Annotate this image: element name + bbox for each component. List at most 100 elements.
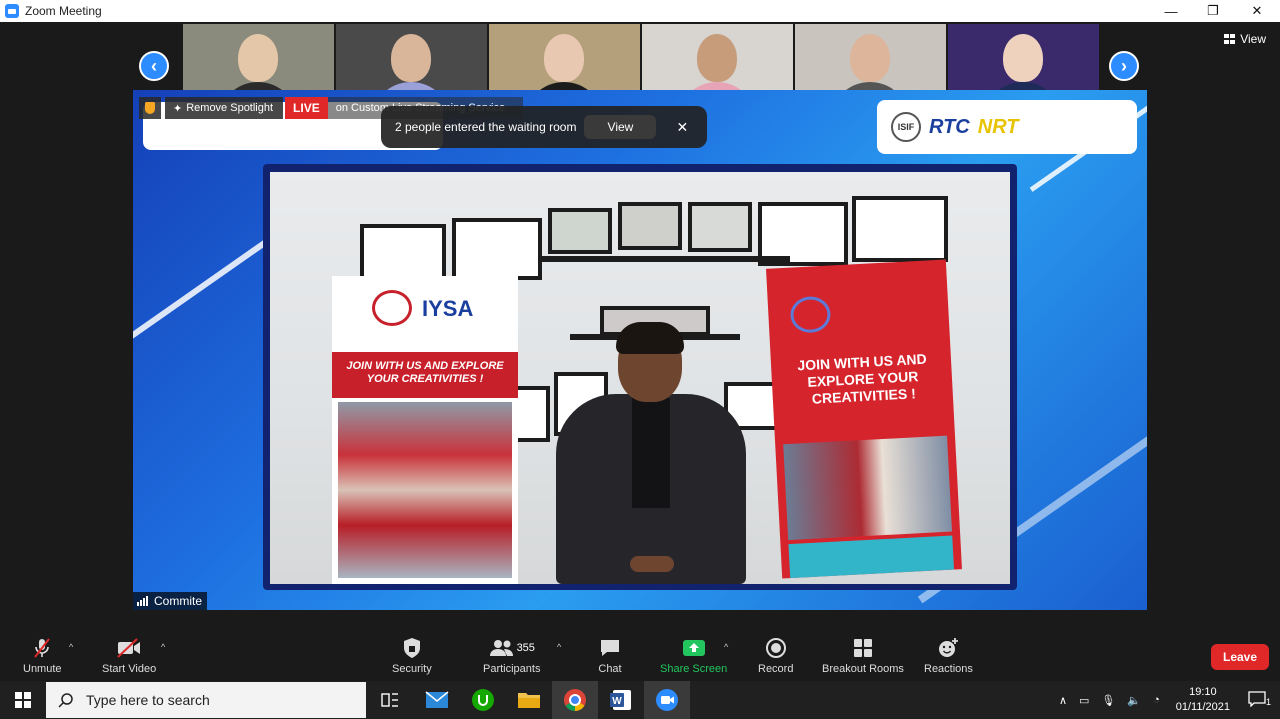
windows-taskbar: Type here to search W ∧ ▭ 🎙 🔈 ◔ 19:10 01… xyxy=(0,681,1280,719)
wall-photo xyxy=(548,208,612,254)
view-button[interactable]: View xyxy=(1224,32,1266,46)
remove-spotlight-label: Remove Spotlight xyxy=(186,102,274,114)
file-explorer-icon[interactable] xyxy=(506,681,552,719)
video-off-icon xyxy=(115,636,143,660)
participants-icon-group: 355 xyxy=(489,636,535,660)
gallery-prev-button[interactable]: ‹ xyxy=(139,51,169,81)
participants-label: Participants xyxy=(483,663,541,675)
participant-face xyxy=(1003,34,1043,82)
sponsor-logos-right: ISIF RTC NRT xyxy=(877,100,1137,154)
speaker-room-video: IYSA JOIN WITH US AND EXPLORE YOUR CREAT… xyxy=(270,172,1010,584)
zoom-logo-icon xyxy=(5,4,19,18)
banner-photos xyxy=(783,435,953,541)
banner-photos xyxy=(338,402,512,578)
security-label: Security xyxy=(392,663,432,675)
notification-message: 2 people entered the waiting room xyxy=(395,120,577,134)
chat-button[interactable]: Chat xyxy=(598,636,622,675)
share-screen-icon xyxy=(681,636,707,660)
live-badge[interactable]: LIVE xyxy=(285,97,328,119)
reactions-label: Reactions xyxy=(924,663,973,675)
breakout-rooms-button[interactable]: Breakout Rooms xyxy=(822,636,904,675)
iysa-banner-right: JOIN WITH US AND EXPLORE YOUR CREATIVITI… xyxy=(766,259,962,579)
svg-text:W: W xyxy=(612,696,622,707)
share-screen-label: Share Screen xyxy=(660,663,728,675)
restore-button[interactable]: ❐ xyxy=(1190,0,1236,22)
encryption-shield-icon[interactable] xyxy=(139,97,161,119)
participant-face xyxy=(391,34,431,82)
start-video-label: Start Video xyxy=(102,663,157,675)
participants-count: 355 xyxy=(516,642,535,654)
speaker-hands xyxy=(630,556,674,572)
mail-icon[interactable] xyxy=(414,681,460,719)
share-screen-button[interactable]: Share Screen xyxy=(660,636,727,675)
participant-face xyxy=(544,34,584,82)
close-icon[interactable]: ✕ xyxy=(676,119,688,136)
nrt-logo: NRT xyxy=(977,115,1019,138)
wall-photo xyxy=(688,202,752,252)
grid-view-icon xyxy=(1224,34,1236,44)
share-options-caret[interactable]: ^ xyxy=(724,642,728,652)
clock-date: 01/11/2021 xyxy=(1175,701,1230,713)
taskbar-search-box[interactable]: Type here to search xyxy=(46,682,366,718)
audio-options-caret[interactable]: ^ xyxy=(69,642,73,652)
breakout-rooms-icon xyxy=(851,636,875,660)
system-tray: ∧ ▭ 🎙 🔈 ◔ 19:10 01/11/2021 1 xyxy=(1053,681,1280,719)
wall-photo xyxy=(618,202,682,250)
banner-slogan: JOIN WITH US AND EXPLORE YOUR CREATIVITI… xyxy=(796,350,928,407)
search-placeholder: Type here to search xyxy=(86,692,210,708)
taskbar-clock[interactable]: 19:10 01/11/2021 xyxy=(1166,685,1240,715)
upwork-icon[interactable] xyxy=(460,681,506,719)
show-hidden-icons-chevron-icon[interactable]: ∧ xyxy=(1053,694,1073,707)
speaker-hair xyxy=(616,322,684,354)
breakout-rooms-label: Breakout Rooms xyxy=(822,663,904,675)
record-button[interactable]: Record xyxy=(758,636,793,675)
start-button[interactable] xyxy=(0,681,46,719)
view-label: View xyxy=(1240,32,1266,46)
chevron-right-icon: › xyxy=(1121,55,1127,76)
spotlight-video: ISIF RTC NRT IYSA JOIN WITH US AND EXPLO… xyxy=(133,90,1147,610)
signal-strength-icon xyxy=(137,596,149,606)
remove-spotlight-button[interactable]: ✦ Remove Spotlight xyxy=(165,97,284,119)
window-titlebar: Zoom Meeting — ❐ ✕ xyxy=(0,0,1280,22)
security-button[interactable]: Security xyxy=(392,636,432,675)
participants-button[interactable]: 355 Participants xyxy=(483,636,540,675)
muted-microphone-icon xyxy=(30,636,54,660)
participant-face xyxy=(850,34,890,82)
clock-time: 19:10 xyxy=(1189,686,1217,698)
participant-face xyxy=(238,34,278,82)
video-options-caret[interactable]: ^ xyxy=(161,642,165,652)
task-view-icon[interactable] xyxy=(367,681,413,719)
unmute-label: Unmute xyxy=(23,663,62,675)
meeting-toolbar: Unmute ^ Start Video ^ Security 355 Part… xyxy=(0,632,1280,681)
chrome-icon[interactable] xyxy=(552,681,598,719)
volume-icon[interactable]: 🔈 xyxy=(1121,694,1147,707)
pin-icon: ✦ xyxy=(173,102,183,115)
battery-icon[interactable]: ▭ xyxy=(1073,694,1095,707)
iysa-logo-icon xyxy=(789,295,832,334)
chat-label: Chat xyxy=(598,663,622,675)
start-video-button[interactable]: Start Video xyxy=(102,636,156,675)
isif-logo: ISIF xyxy=(891,112,921,142)
search-icon xyxy=(58,693,73,708)
notification-view-button[interactable]: View xyxy=(584,115,657,139)
windows-logo-icon xyxy=(15,692,31,708)
unmute-button[interactable]: Unmute xyxy=(23,636,62,675)
banner-footer xyxy=(788,535,954,579)
microphone-icon[interactable]: 🎙 xyxy=(1095,694,1121,707)
reactions-button[interactable]: Reactions xyxy=(924,636,973,675)
word-icon[interactable]: W xyxy=(598,681,644,719)
minimize-button[interactable]: — xyxy=(1148,0,1194,22)
participants-options-caret[interactable]: ^ xyxy=(557,642,561,652)
iysa-brand-text: IYSA xyxy=(422,296,474,321)
waiting-room-notification: 2 people entered the waiting room View ✕ xyxy=(381,106,707,148)
chat-bubble-icon xyxy=(598,636,622,660)
wifi-icon[interactable]: ◔ xyxy=(1147,694,1166,706)
gallery-next-button[interactable]: › xyxy=(1109,51,1139,81)
action-center-icon[interactable]: 1 xyxy=(1240,690,1280,710)
leave-button[interactable]: Leave xyxy=(1211,644,1269,670)
smiley-plus-icon xyxy=(936,636,960,660)
wall-certificate xyxy=(452,218,542,280)
close-window-button[interactable]: ✕ xyxy=(1234,0,1280,22)
zoom-app-icon[interactable] xyxy=(644,681,690,719)
notification-count: 1 xyxy=(1265,696,1271,707)
